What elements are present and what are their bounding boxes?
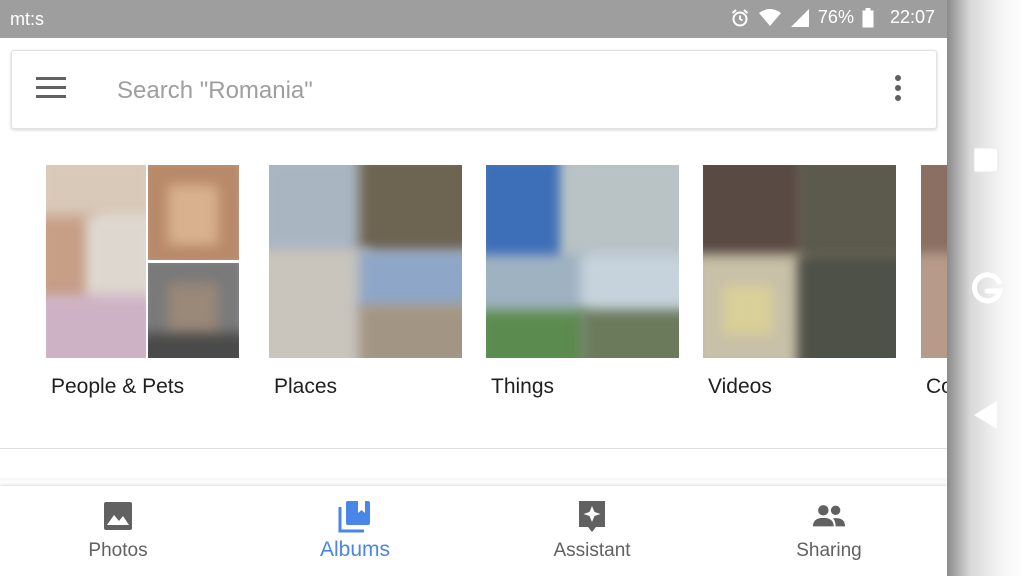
nav-photos[interactable]: Photos bbox=[0, 486, 236, 576]
album-thumbnail bbox=[269, 165, 462, 358]
menu-icon[interactable] bbox=[36, 77, 66, 101]
album-thumbnail bbox=[703, 165, 896, 358]
recent-apps-button[interactable] bbox=[973, 147, 999, 178]
album-label: Places bbox=[274, 375, 338, 398]
section-divider bbox=[0, 448, 947, 449]
status-bar: mt:s 76% 22:07 bbox=[0, 0, 947, 38]
assistant-icon bbox=[575, 499, 609, 533]
album-thumbnail bbox=[921, 165, 947, 358]
signal-icon bbox=[790, 8, 810, 28]
alarm-icon bbox=[730, 8, 750, 28]
sharing-icon bbox=[812, 499, 846, 533]
album-label: Things bbox=[491, 375, 555, 398]
system-navigation-bar bbox=[947, 0, 1024, 576]
back-button[interactable] bbox=[973, 400, 999, 435]
nav-label: Albums bbox=[319, 538, 391, 561]
nav-label: Sharing bbox=[796, 540, 862, 561]
nav-sharing[interactable]: Sharing bbox=[711, 486, 947, 576]
google-assistant-home-button[interactable] bbox=[969, 270, 1005, 311]
status-icons: 76% 22:07 bbox=[730, 7, 935, 28]
nav-assistant[interactable]: Assistant bbox=[474, 486, 710, 576]
nav-albums[interactable]: Albums bbox=[237, 486, 473, 576]
bottom-navigation: Photos Albums Assistant Sharing bbox=[0, 486, 947, 576]
wifi-icon bbox=[758, 8, 782, 28]
album-thumbnail bbox=[46, 165, 239, 358]
clock: 22:07 bbox=[889, 7, 935, 27]
battery-percent: 76% bbox=[817, 7, 854, 27]
album-label: Co bbox=[926, 375, 947, 398]
app-screen: mt:s 76% 22:07 Search "Romania" People &… bbox=[0, 0, 947, 576]
album-thumbnail bbox=[486, 165, 679, 358]
battery-icon bbox=[862, 7, 874, 28]
album-label: People & Pets bbox=[51, 375, 185, 398]
nav-label: Photos bbox=[88, 540, 148, 561]
album-label: Videos bbox=[708, 375, 772, 398]
search-bar bbox=[11, 50, 937, 129]
nav-label: Assistant bbox=[553, 540, 631, 561]
albums-icon bbox=[338, 499, 372, 533]
search-input[interactable] bbox=[115, 71, 739, 111]
more-options-icon[interactable] bbox=[892, 75, 904, 105]
next-section-edge bbox=[0, 478, 947, 484]
album-categories: People & Pets Places Things Videos C bbox=[0, 165, 947, 415]
carrier-name: mt:s bbox=[10, 9, 44, 29]
photos-icon bbox=[101, 499, 135, 533]
